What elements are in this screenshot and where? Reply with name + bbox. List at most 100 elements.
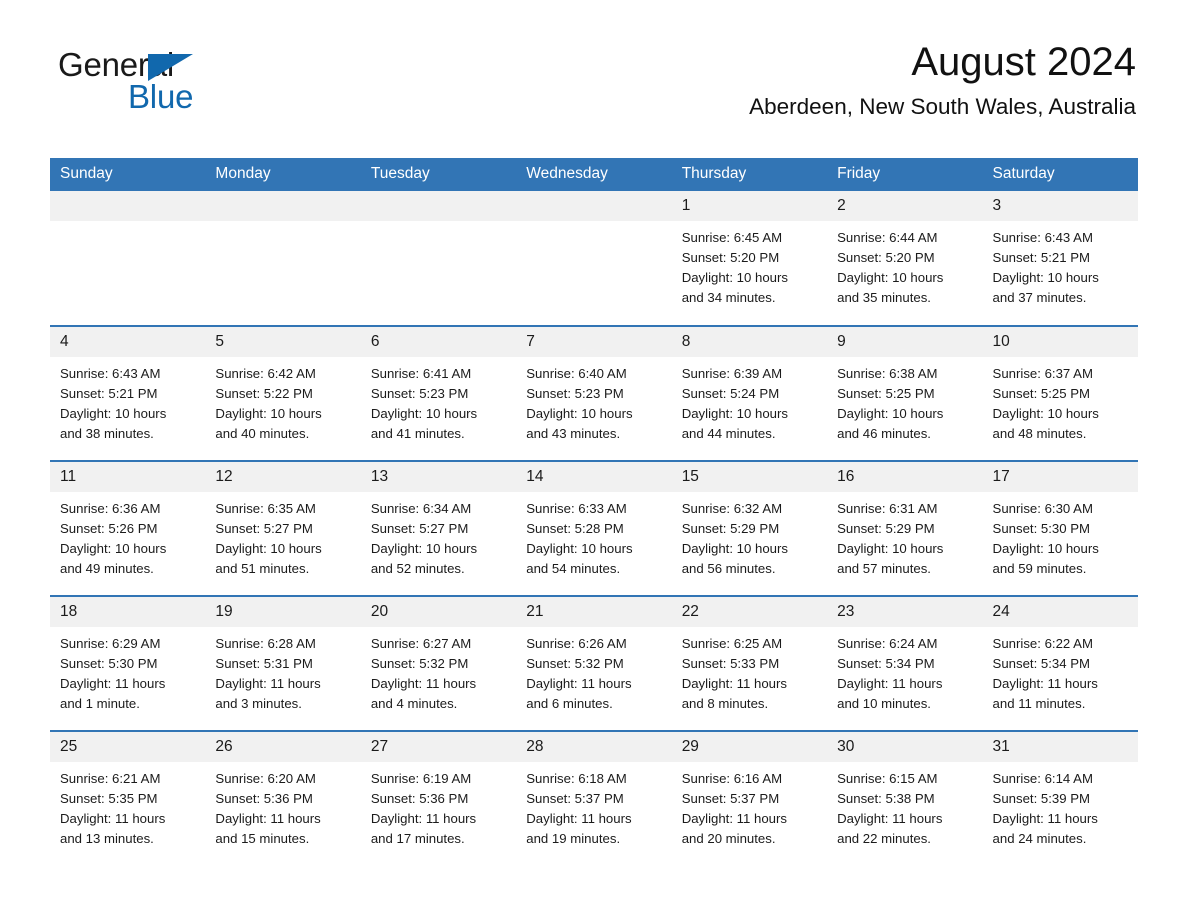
- day-sunrise-text: Sunrise: 6:31 AM: [837, 501, 938, 516]
- day-number: 4: [50, 327, 206, 357]
- calendar-day-cell[interactable]: 20 Sunrise: 6:27 AM Sunset: 5:32 PM Dayligh…: [360, 595, 517, 731]
- day-sunset-text: Sunset: 5:30 PM: [60, 656, 158, 672]
- general-blue-logo[interactable]: General Blue: [58, 48, 258, 118]
- day-number: 6: [360, 327, 517, 357]
- day-daylight-line1-text: Daylight: 10 hours: [837, 541, 944, 557]
- day-daylight-line1-text: Daylight: 11 hours: [992, 811, 1098, 827]
- day-number: 25: [50, 732, 206, 762]
- day-daylight-line1-text: Daylight: 11 hours: [837, 811, 943, 827]
- day-daylight-line2-text: and 49 minutes.: [60, 561, 154, 577]
- calendar-day-cell[interactable]: 2 Sunrise: 6:44 AM Sunset: 5:20 PM Daylight…: [827, 191, 983, 326]
- day-sunrise-text: Sunrise: 6:45 AM: [681, 230, 783, 245]
- calendar-day-cell[interactable]: 1 Sunrise: 6:45 AM Sunset: 5:20 PM Daylight…: [671, 191, 828, 326]
- day-sunset-text: Sunset: 5:26 PM: [60, 521, 158, 537]
- calendar-day-cell[interactable]: 25 Sunrise: 6:21 AM Sunset: 5:35 PM Dayligh…: [50, 730, 206, 866]
- calendar-day-cell[interactable]: 12 Sunrise: 6:35 AM Sunset: 5:27 PM Dayligh…: [205, 460, 361, 596]
- day-sunrise-text: Sunrise: 6:42 AM: [215, 366, 316, 381]
- day-sunrise-text: Sunrise: 6:24 AM: [837, 636, 938, 651]
- day-details: Sunrise: 6:42 AM Sunset: 5:22 PM Daylight:…: [205, 357, 360, 444]
- calendar-day-cell[interactable]: 29 Sunrise: 6:16 AM Sunset: 5:37 PM Dayligh…: [671, 730, 828, 866]
- day-details: Sunrise: 6:41 AM Sunset: 5:23 PM Daylight:…: [361, 357, 516, 444]
- calendar-day-cell[interactable]: 21 Sunrise: 6:26 AM Sunset: 5:32 PM Dayligh…: [516, 595, 672, 731]
- day-daylight-line1-text: Daylight: 10 hours: [60, 406, 167, 422]
- calendar-day-cell[interactable]: 30 Sunrise: 6:15 AM Sunset: 5:38 PM Dayligh…: [827, 730, 983, 866]
- day-daylight-line2-text: and 17 minutes.: [370, 831, 465, 847]
- calendar-day-cell[interactable]: 6 Sunrise: 6:41 AM Sunset: 5:23 PM Daylight…: [360, 325, 517, 461]
- calendar-day-cell[interactable]: 5 Sunrise: 6:42 AM Sunset: 5:22 PM Daylight…: [205, 325, 361, 461]
- day-details: Sunrise: 6:43 AM Sunset: 5:21 PM Daylight:…: [50, 357, 205, 444]
- day-details: Sunrise: 6:29 AM Sunset: 5:30 PM Daylight:…: [50, 627, 205, 714]
- day-sunrise-text: Sunrise: 6:32 AM: [681, 501, 783, 516]
- day-daylight-line1-text: Daylight: 11 hours: [60, 676, 166, 692]
- calendar-day-cell[interactable]: 9 Sunrise: 6:38 AM Sunset: 5:25 PM Daylight…: [827, 325, 983, 461]
- day-details: Sunrise: 6:35 AM Sunset: 5:27 PM Daylight:…: [205, 492, 360, 579]
- calendar-day-cell[interactable]: 28 Sunrise: 6:18 AM Sunset: 5:37 PM Dayligh…: [516, 730, 672, 866]
- day-daylight-line2-text: and 22 minutes.: [837, 831, 931, 847]
- day-daylight-line2-text: and 46 minutes.: [837, 426, 931, 442]
- day-daylight-line2-text: and 48 minutes.: [992, 426, 1087, 442]
- day-daylight-line2-text: and 34 minutes.: [681, 290, 776, 306]
- day-sunrise-text: Sunrise: 6:26 AM: [526, 636, 627, 651]
- calendar-day-cell[interactable]: 22 Sunrise: 6:25 AM Sunset: 5:33 PM Dayligh…: [671, 595, 828, 731]
- calendar-day-cell[interactable]: 4 Sunrise: 6:43 AM Sunset: 5:21 PM Daylight…: [50, 325, 206, 461]
- day-sunrise-text: Sunrise: 6:21 AM: [60, 771, 161, 786]
- day-sunset-text: Sunset: 5:20 PM: [837, 250, 935, 266]
- calendar-day-cell[interactable]: 11 Sunrise: 6:36 AM Sunset: 5:26 PM Dayligh…: [50, 460, 206, 596]
- triangle-icon: [148, 54, 193, 81]
- calendar-day-cell[interactable]: 10 Sunrise: 6:37 AM Sunset: 5:25 PM Dayligh…: [982, 325, 1138, 461]
- calendar-day-cell[interactable]: 19 Sunrise: 6:28 AM Sunset: 5:31 PM Dayligh…: [205, 595, 361, 731]
- calendar-day-cell[interactable]: 16 Sunrise: 6:31 AM Sunset: 5:29 PM Dayligh…: [827, 460, 983, 596]
- day-sunrise-text: Sunrise: 6:40 AM: [526, 366, 627, 381]
- day-sunrise-text: Sunrise: 6:16 AM: [681, 771, 783, 786]
- calendar-day-cell[interactable]: 15 Sunrise: 6:32 AM Sunset: 5:29 PM Dayligh…: [671, 460, 828, 596]
- calendar-day-cell[interactable]: 18 Sunrise: 6:29 AM Sunset: 5:30 PM Dayligh…: [50, 595, 206, 731]
- weekday-header-thursday: Thursday: [671, 158, 828, 191]
- day-details: Sunrise: 6:15 AM Sunset: 5:38 PM Daylight:…: [827, 762, 982, 849]
- day-sunrise-text: Sunrise: 6:34 AM: [370, 501, 472, 516]
- day-details: Sunrise: 6:30 AM Sunset: 5:30 PM Daylight:…: [983, 492, 1138, 579]
- calendar-day-cell[interactable]: 26 Sunrise: 6:20 AM Sunset: 5:36 PM Dayligh…: [205, 730, 361, 866]
- day-number: 12: [205, 462, 361, 492]
- calendar-week-row: 18 Sunrise: 6:29 AM Sunset: 5:30 PM Dayligh…: [50, 595, 1138, 731]
- day-sunrise-text: Sunrise: 6:18 AM: [526, 771, 627, 786]
- day-sunrise-text: Sunrise: 6:43 AM: [992, 230, 1093, 245]
- day-number: 5: [205, 327, 361, 357]
- calendar-day-cell[interactable]: 3 Sunrise: 6:43 AM Sunset: 5:21 PM Daylight…: [982, 191, 1138, 326]
- day-number: 14: [516, 462, 672, 492]
- day-daylight-line1-text: Daylight: 11 hours: [681, 811, 787, 827]
- calendar-day-cell[interactable]: 7 Sunrise: 6:40 AM Sunset: 5:23 PM Daylight…: [516, 325, 672, 461]
- day-sunset-text: Sunset: 5:36 PM: [215, 791, 313, 807]
- day-details: Sunrise: 6:14 AM Sunset: 5:39 PM Daylight:…: [983, 762, 1138, 849]
- day-sunset-text: Sunset: 5:23 PM: [526, 386, 624, 402]
- day-sunset-text: Sunset: 5:31 PM: [215, 656, 313, 672]
- logo-text-blue: Blue: [128, 78, 194, 115]
- day-details: Sunrise: 6:20 AM Sunset: 5:36 PM Daylight:…: [205, 762, 360, 849]
- day-daylight-line2-text: and 37 minutes.: [992, 290, 1087, 306]
- day-sunset-text: Sunset: 5:20 PM: [681, 250, 780, 266]
- calendar-cell-empty: [516, 191, 672, 326]
- calendar-day-cell[interactable]: 13 Sunrise: 6:34 AM Sunset: 5:27 PM Dayligh…: [360, 460, 517, 596]
- day-details: Sunrise: 6:31 AM Sunset: 5:29 PM Daylight:…: [827, 492, 982, 579]
- day-number: 10: [982, 327, 1138, 357]
- calendar-day-cell[interactable]: 17 Sunrise: 6:30 AM Sunset: 5:30 PM Dayligh…: [982, 460, 1138, 596]
- calendar-page: General Blue August 2024 Aberdeen, New S…: [0, 0, 1188, 918]
- day-daylight-line2-text: and 8 minutes.: [681, 696, 769, 712]
- calendar-day-cell[interactable]: 31 Sunrise: 6:14 AM Sunset: 5:39 PM Dayligh…: [982, 730, 1138, 866]
- calendar-day-cell[interactable]: 27 Sunrise: 6:19 AM Sunset: 5:36 PM Dayligh…: [360, 730, 517, 866]
- day-daylight-line2-text: and 11 minutes.: [992, 696, 1086, 712]
- weekday-header-tuesday: Tuesday: [360, 158, 517, 191]
- day-daylight-line2-text: and 4 minutes.: [370, 696, 458, 712]
- calendar-day-cell[interactable]: 24 Sunrise: 6:22 AM Sunset: 5:34 PM Dayligh…: [982, 595, 1138, 731]
- calendar-day-cell[interactable]: 8 Sunrise: 6:39 AM Sunset: 5:24 PM Daylight…: [671, 325, 828, 461]
- day-sunrise-text: Sunrise: 6:19 AM: [370, 771, 472, 786]
- day-details: Sunrise: 6:44 AM Sunset: 5:20 PM Daylight:…: [827, 221, 982, 308]
- day-number: 28: [516, 732, 672, 762]
- day-number: 9: [827, 327, 983, 357]
- day-number: 17: [982, 462, 1138, 492]
- day-sunset-text: Sunset: 5:38 PM: [837, 791, 935, 807]
- day-daylight-line2-text: and 41 minutes.: [370, 426, 465, 442]
- calendar-day-cell[interactable]: 14 Sunrise: 6:33 AM Sunset: 5:28 PM Dayligh…: [516, 460, 672, 596]
- day-daylight-line1-text: Daylight: 11 hours: [370, 676, 477, 692]
- calendar-day-cell[interactable]: 23 Sunrise: 6:24 AM Sunset: 5:34 PM Dayligh…: [827, 595, 983, 731]
- day-number: 11: [50, 462, 206, 492]
